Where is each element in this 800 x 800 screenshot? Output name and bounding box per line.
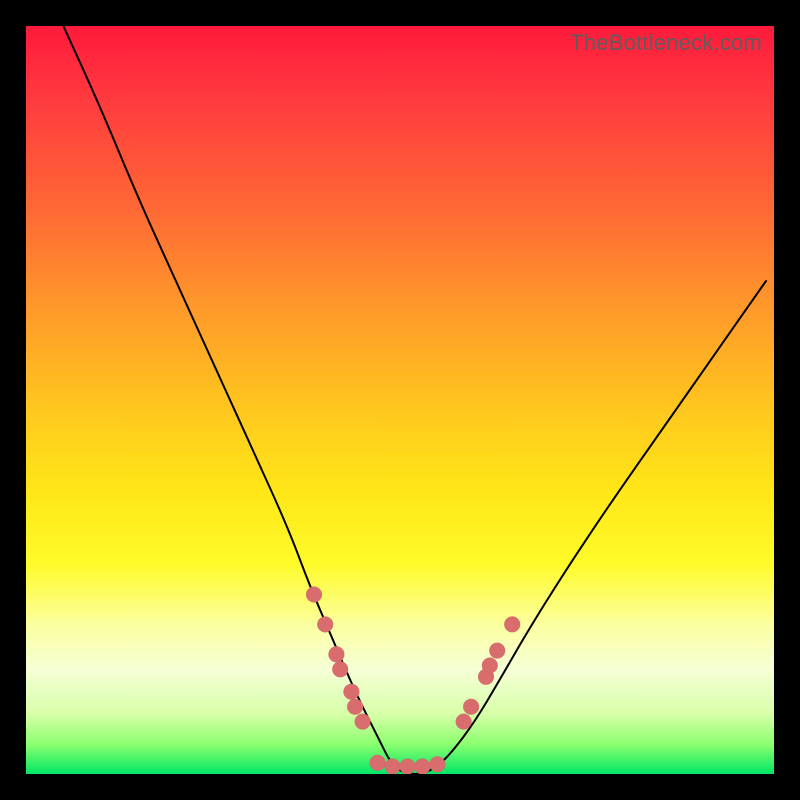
data-point-marker [400, 759, 416, 775]
bottleneck-curve-layer [26, 26, 774, 774]
data-point-marker [343, 684, 359, 700]
watermark-text: TheBottleneck.com [570, 30, 762, 56]
data-point-marker [317, 616, 333, 632]
data-point-marker [385, 759, 401, 775]
bottleneck-curve [63, 26, 766, 774]
data-point-marker [489, 643, 505, 659]
chart-frame: TheBottleneck.com [0, 0, 800, 800]
data-point-marker [414, 759, 430, 775]
data-point-marker [456, 714, 472, 730]
data-point-marker [463, 699, 479, 715]
data-point-marker [482, 658, 498, 674]
data-markers [306, 587, 520, 775]
data-point-marker [306, 587, 322, 603]
data-point-marker [504, 616, 520, 632]
data-point-marker [429, 756, 445, 772]
data-point-marker [328, 646, 344, 662]
data-point-marker [347, 699, 363, 715]
plot-area: TheBottleneck.com [26, 26, 774, 774]
data-point-marker [332, 661, 348, 677]
data-point-marker [355, 714, 371, 730]
data-point-marker [370, 755, 386, 771]
